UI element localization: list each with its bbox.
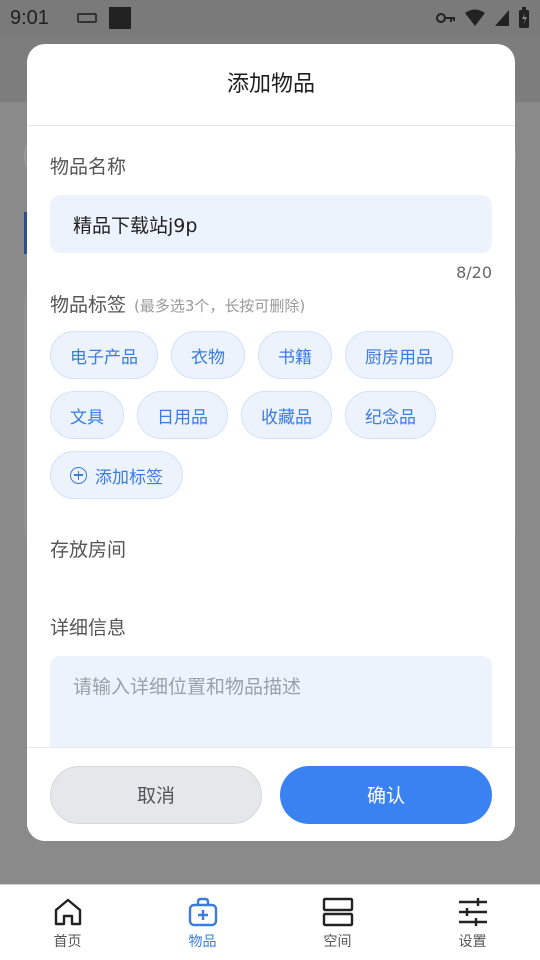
- home-icon: [54, 898, 81, 926]
- detail-label: 详细信息: [50, 617, 127, 639]
- name-char-counter: 8/20: [456, 263, 492, 282]
- nav-label: 物品: [188, 934, 217, 950]
- tags-hint: (最多选3个，长按可删除): [134, 297, 306, 315]
- confirm-button[interactable]: 确认: [280, 765, 492, 824]
- notification-icon: [108, 7, 131, 29]
- cancel-button[interactable]: 取消: [50, 765, 262, 824]
- dialog-title: 添加物品: [27, 44, 515, 126]
- nav-item-items[interactable]: 物品: [135, 885, 270, 960]
- dialog-body: 物品名称 精品下载站j9p 8/20 物品标签 (最多选3个，长按可删除) 电子…: [27, 152, 515, 766]
- wifi-icon: [465, 9, 485, 26]
- tag-chip[interactable]: 书籍: [258, 331, 332, 379]
- add-tag-label: 添加标签: [95, 467, 163, 488]
- bag-icon: [188, 897, 217, 927]
- tag-chip[interactable]: 厨房用品: [345, 331, 453, 379]
- nav-item-settings[interactable]: 设置: [405, 885, 540, 960]
- nav-label: 空间: [323, 934, 352, 950]
- item-name-input[interactable]: 精品下载站j9p: [50, 195, 492, 253]
- sliders-icon: [458, 898, 487, 926]
- nav-label: 设置: [458, 934, 487, 950]
- tag-chip[interactable]: 纪念品: [345, 391, 436, 439]
- space-icon: [322, 897, 353, 927]
- nav-item-space[interactable]: 空间: [270, 885, 405, 960]
- nav-label: 首页: [53, 934, 82, 950]
- item-name-label: 物品名称: [50, 156, 127, 178]
- key-icon: [436, 13, 455, 23]
- tag-chip[interactable]: 文具: [50, 391, 124, 439]
- tag-chip[interactable]: 收藏品: [241, 391, 332, 439]
- room-label: 存放房间: [50, 539, 127, 561]
- nav-item-home[interactable]: 首页: [0, 885, 135, 960]
- signal-icon: [495, 10, 509, 26]
- tags-label-row: 物品标签 (最多选3个，长按可删除): [50, 290, 492, 317]
- tag-chip[interactable]: 日用品: [137, 391, 228, 439]
- dialog-footer: 取消 确认: [27, 747, 515, 841]
- add-tag-button[interactable]: 添加标签: [50, 451, 183, 499]
- tags-label: 物品标签: [50, 294, 127, 316]
- status-time: 9:01: [10, 6, 49, 29]
- tag-chip[interactable]: 衣物: [171, 331, 245, 379]
- tags-list: 电子产品 衣物 书籍 厨房用品 文具 日用品 收藏品 纪念品 添加标签: [50, 331, 470, 499]
- item-name-value: 精品下载站j9p: [73, 214, 198, 237]
- add-item-dialog: 添加物品 物品名称 精品下载站j9p 8/20 物品标签 (最多选3个，长按可删…: [27, 44, 515, 841]
- keyboard-icon: [76, 13, 97, 23]
- add-circle-icon: [70, 466, 87, 484]
- battery-icon: [519, 7, 529, 28]
- bottom-nav: 首页 物品 空间 设置: [0, 884, 540, 960]
- status-bar: 9:01: [0, 0, 540, 36]
- detail-placeholder: 请输入详细位置和物品描述: [73, 676, 302, 698]
- tag-chip[interactable]: 电子产品: [50, 331, 158, 379]
